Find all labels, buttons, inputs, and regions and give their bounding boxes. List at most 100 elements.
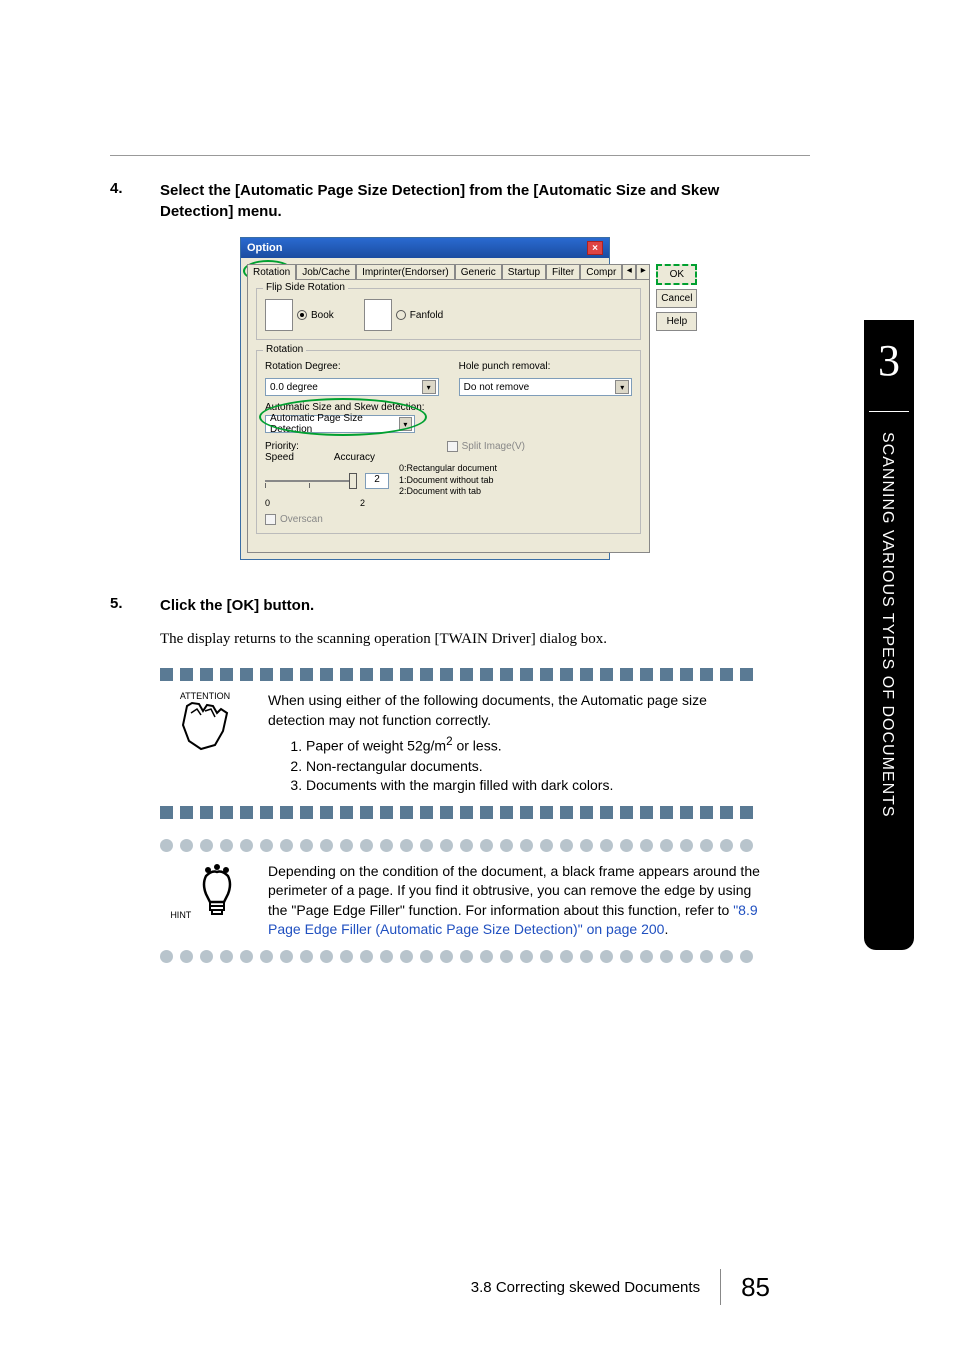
split-image-check: Split Image(V) xyxy=(447,441,525,452)
step-5: 5. Click the [OK] button. xyxy=(110,595,760,616)
priority-value: 2 xyxy=(365,473,389,489)
chapter-title: SCANNING VARIOUS TYPES OF DOCUMENTS xyxy=(864,412,910,932)
tab-scroll-left-icon[interactable]: ◂ xyxy=(622,264,636,280)
help-button[interactable]: Help xyxy=(656,312,697,331)
chevron-down-icon: ▾ xyxy=(422,380,436,394)
auto-detect-label: Automatic Size and Skew detection: xyxy=(265,402,632,413)
legend-1: 1:Document without tab xyxy=(399,475,497,487)
hole-punch-dropdown[interactable]: Do not remove ▾ xyxy=(459,378,633,396)
legend-2: 2:Document with tab xyxy=(399,486,497,498)
page-footer: 3.8 Correcting skewed Documents 85 xyxy=(110,1269,770,1305)
rotation-degree-label: Rotation Degree: xyxy=(265,361,439,372)
option-dialog: Option × Rotation Job/Cache Imprinter(En… xyxy=(240,237,610,560)
step-4: 4. Select the [Automatic Page Size Detec… xyxy=(110,180,760,222)
page-number: 85 xyxy=(741,1272,770,1303)
checkbox-icon xyxy=(447,441,458,452)
auto-detect-dropdown[interactable]: Automatic Page Size Detection ▾ xyxy=(265,415,415,433)
dialog-screenshot: Option × Rotation Job/Cache Imprinter(En… xyxy=(240,237,760,560)
flip-fanfold-label: Fanfold xyxy=(410,310,443,321)
scale-2: 2 xyxy=(360,498,365,508)
chevron-down-icon: ▾ xyxy=(615,380,629,394)
chevron-down-icon: ▾ xyxy=(399,417,412,431)
footer-divider xyxy=(720,1269,721,1305)
tab-filter[interactable]: Filter xyxy=(546,264,580,280)
scale-0: 0 xyxy=(265,498,270,508)
fanfold-icon xyxy=(364,299,392,331)
overscan-label: Overscan xyxy=(280,514,323,525)
step-5-body: The display returns to the scanning oper… xyxy=(160,631,760,648)
priority-slider[interactable] xyxy=(265,471,355,491)
flip-fanfold-option[interactable]: Fanfold xyxy=(364,299,443,331)
book-icon xyxy=(265,299,293,331)
dialog-buttons: OK Cancel Help xyxy=(656,264,697,553)
hint-block: HINT Depending on the condition of the d… xyxy=(160,839,760,963)
flip-group-title: Flip Side Rotation xyxy=(263,282,348,293)
checkbox-icon xyxy=(265,514,276,525)
rotation-degree-value: 0.0 degree xyxy=(270,382,318,393)
tab-startup[interactable]: Startup xyxy=(502,264,546,280)
attention-item-1: Paper of weight 52g/m2 or less. xyxy=(306,734,760,756)
attention-icon: ATTENTION xyxy=(160,691,250,753)
tab-compr[interactable]: Compr xyxy=(580,264,622,280)
tab-jobcache[interactable]: Job/Cache xyxy=(296,264,356,280)
top-divider xyxy=(110,155,810,156)
auto-detect-value: Automatic Page Size Detection xyxy=(270,413,399,435)
step-text: Click the [OK] button. xyxy=(160,595,314,616)
priority-slider-row: 2 0:Rectangular document 1:Document with… xyxy=(265,463,632,498)
square-divider-top xyxy=(160,668,760,681)
split-image-label: Split Image(V) xyxy=(462,441,525,452)
hole-punch-label: Hole punch removal: xyxy=(459,361,633,372)
chapter-side-tab: 3 SCANNING VARIOUS TYPES OF DOCUMENTS xyxy=(864,320,914,950)
step-number: 5. xyxy=(110,595,160,616)
flip-groupbox: Flip Side Rotation Book xyxy=(256,288,641,340)
legend-0: 0:Rectangular document xyxy=(399,463,497,475)
hint-text: Depending on the condition of the docume… xyxy=(268,862,760,940)
priority-legend: 0:Rectangular document 1:Document withou… xyxy=(399,463,497,498)
hint-icon: HINT xyxy=(160,862,250,920)
attention-text: When using either of the following docum… xyxy=(268,691,760,796)
flip-book-option[interactable]: Book xyxy=(265,299,334,331)
overscan-check: Overscan xyxy=(265,514,632,525)
warning-hand-icon xyxy=(177,701,233,751)
step-text: Select the [Automatic Page Size Detectio… xyxy=(160,180,760,222)
step-number: 4. xyxy=(110,180,160,222)
attention-block: ATTENTION When using either of the follo… xyxy=(160,668,760,819)
square-divider-bottom xyxy=(160,806,760,819)
footer-section: 3.8 Correcting skewed Documents xyxy=(471,1279,700,1296)
hint-text-pre: Depending on the condition of the docume… xyxy=(268,863,760,918)
attention-intro: When using either of the following docum… xyxy=(268,691,760,730)
cancel-button[interactable]: Cancel xyxy=(656,289,697,308)
circle-divider-bottom xyxy=(160,950,760,963)
tab-strip: Rotation Job/Cache Imprinter(Endorser) G… xyxy=(247,264,650,280)
radio-unchecked-icon xyxy=(396,310,406,320)
radio-checked-icon xyxy=(297,310,307,320)
priority-section: Priority: Split Image(V) Speed Accuracy xyxy=(265,441,632,525)
attention-item-2: Non-rectangular documents. xyxy=(306,757,760,777)
content-area: 4. Select the [Automatic Page Size Detec… xyxy=(110,180,760,973)
tab-panel: Flip Side Rotation Book xyxy=(247,279,650,553)
hint-label: HINT xyxy=(170,910,191,920)
hint-text-post: . xyxy=(664,921,668,937)
attention-item-3: Documents with the margin filled with da… xyxy=(306,776,760,796)
priority-speed: Speed xyxy=(265,452,294,463)
chapter-number: 3 xyxy=(869,320,909,412)
tab-rotation[interactable]: Rotation xyxy=(247,264,296,280)
titlebar: Option × xyxy=(241,238,609,258)
attention-label: ATTENTION xyxy=(180,691,230,701)
ok-button[interactable]: OK xyxy=(656,264,697,285)
tab-scroll-right-icon[interactable]: ▸ xyxy=(636,264,650,280)
dialog-title: Option xyxy=(247,242,282,254)
rotation-degree-dropdown[interactable]: 0.0 degree ▾ xyxy=(265,378,439,396)
flip-book-label: Book xyxy=(311,310,334,321)
priority-accuracy: Accuracy xyxy=(334,452,375,463)
rotation-groupbox: Rotation Rotation Degree: Hole punch rem… xyxy=(256,350,641,534)
tab-generic[interactable]: Generic xyxy=(455,264,502,280)
circle-divider-top xyxy=(160,839,760,852)
priority-label: Priority: xyxy=(265,441,299,452)
close-icon[interactable]: × xyxy=(587,241,603,255)
auto-detect-row: Automatic Size and Skew detection: Autom… xyxy=(265,402,632,433)
lightbulb-icon xyxy=(194,862,240,918)
hole-punch-value: Do not remove xyxy=(464,382,530,393)
tab-imprinter[interactable]: Imprinter(Endorser) xyxy=(356,264,455,280)
rotation-group-title: Rotation xyxy=(263,344,306,355)
